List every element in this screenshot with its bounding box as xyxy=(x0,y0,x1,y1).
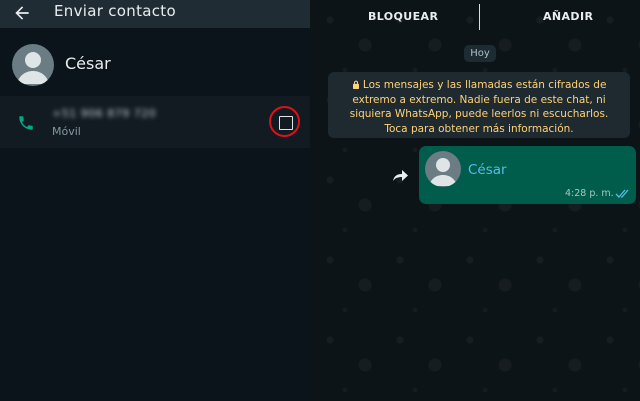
avatar[interactable] xyxy=(12,44,54,86)
encryption-notice-text: Los mensajes y las llamadas están cifrad… xyxy=(338,78,620,136)
block-button[interactable]: BLOQUEAR xyxy=(368,10,438,23)
person-icon xyxy=(17,52,49,84)
double-check-icon xyxy=(615,189,629,198)
encryption-text: Los mensajes y las llamadas están cifrad… xyxy=(349,79,609,135)
message-time: 4:28 p. m. xyxy=(565,188,614,199)
phone-type: Móvil xyxy=(52,125,81,138)
phone-number: +51 906 879 720 xyxy=(52,107,157,120)
page-title: Enviar contacto xyxy=(54,2,176,20)
message-contact-name: César xyxy=(468,162,507,178)
highlight-circle xyxy=(269,106,300,137)
lock-icon xyxy=(352,80,359,89)
phone-row[interactable] xyxy=(0,96,310,148)
forward-icon[interactable] xyxy=(386,161,414,189)
person-icon xyxy=(429,158,457,186)
date-badge: Hoy xyxy=(464,45,496,62)
message-avatar xyxy=(425,151,461,187)
add-button[interactable]: AÑADIR xyxy=(543,10,593,23)
action-divider xyxy=(479,4,480,30)
contact-name: César xyxy=(65,54,111,73)
phone-icon xyxy=(19,116,33,130)
arrow-left-icon[interactable] xyxy=(12,3,32,23)
